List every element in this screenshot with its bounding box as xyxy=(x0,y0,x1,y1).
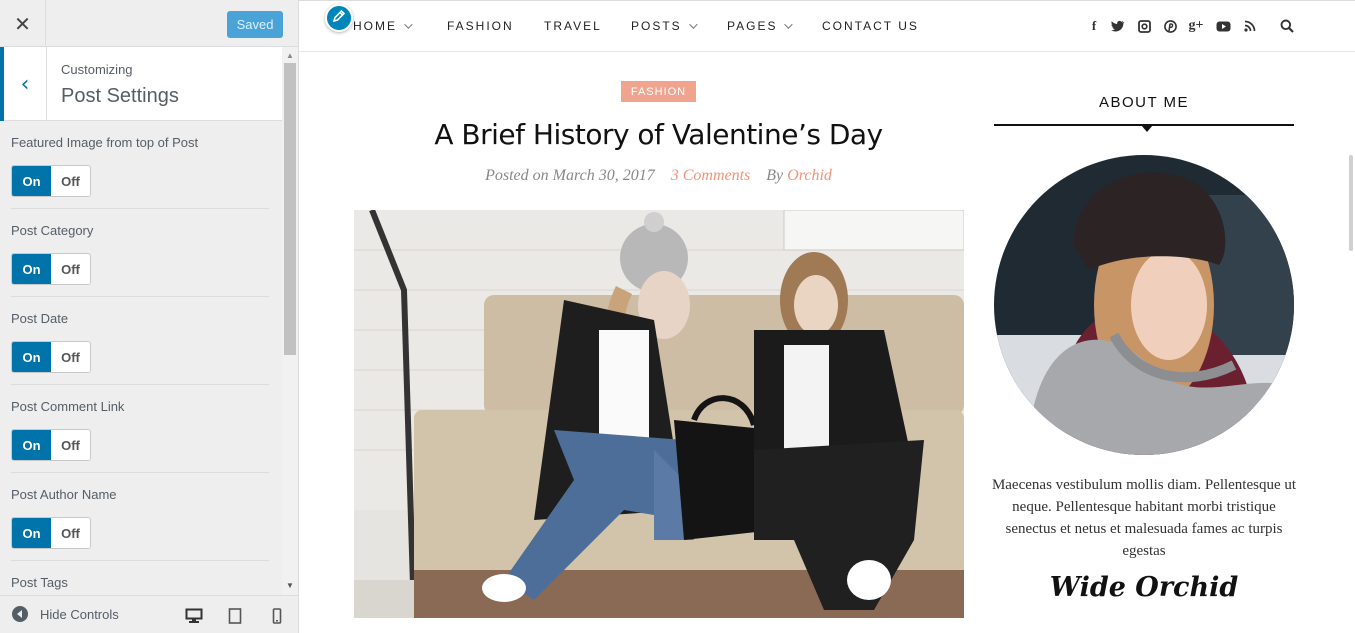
tablet-icon[interactable] xyxy=(226,607,244,625)
chevron-down-icon xyxy=(688,20,698,29)
toggle-off-button[interactable]: Off xyxy=(51,430,90,460)
nav-label: HOME xyxy=(353,19,397,33)
search-icon[interactable] xyxy=(1279,18,1295,34)
back-button[interactable]: ‹ xyxy=(0,47,47,121)
control-label: Post Tags xyxy=(11,575,68,590)
toggle-on-button[interactable]: On xyxy=(12,518,51,548)
nav-label: CONTACT US xyxy=(822,19,919,33)
mobile-icon[interactable] xyxy=(268,607,286,625)
site-navigation: HOME FASHION TRAVEL POSTS PAGES CONTACT … xyxy=(299,0,1355,52)
about-photo xyxy=(994,155,1294,455)
chevron-down-icon xyxy=(784,20,794,29)
scrollbar-thumb[interactable] xyxy=(284,63,296,355)
post-author-link[interactable]: Orchid xyxy=(787,167,832,184)
hide-controls-label: Hide Controls xyxy=(40,606,119,622)
post-by-label: By xyxy=(766,167,784,184)
youtube-icon[interactable] xyxy=(1215,18,1231,34)
customizer-panel: ✕ Saved ‹ Customizing Post Settings Feat… xyxy=(0,0,299,633)
controls-scrollbar[interactable]: ▲ ▼ xyxy=(282,47,298,595)
close-icon: ✕ xyxy=(14,11,31,36)
edit-shortcut-button[interactable] xyxy=(325,4,353,32)
controls-list: Featured Image from top of Post On Off P… xyxy=(0,121,282,595)
chevron-down-icon xyxy=(404,20,413,29)
nav-item-contact-us[interactable]: CONTACT US xyxy=(822,19,919,33)
divider xyxy=(11,560,269,561)
about-me-heading: ABOUT ME xyxy=(1098,94,1190,111)
saved-button[interactable]: Saved xyxy=(227,11,283,38)
control-label: Post Author Name xyxy=(11,487,117,502)
control-post-tags: Post Tags xyxy=(11,575,269,595)
toggle-switch: On Off xyxy=(11,341,91,373)
control-label: Post Date xyxy=(11,311,69,326)
nav-item-fashion[interactable]: FASHION xyxy=(447,19,514,33)
scroll-up-arrow-icon[interactable]: ▲ xyxy=(282,49,298,61)
control-label: Post Comment Link xyxy=(11,399,125,414)
section-header: ‹ Customizing Post Settings xyxy=(0,47,282,121)
toggle-switch: On Off xyxy=(11,165,91,197)
google-plus-icon[interactable]: g+ xyxy=(1188,18,1204,34)
signature: Wide Orchid xyxy=(1049,572,1239,603)
control-post-category: Post Category On Off xyxy=(11,223,269,285)
site-preview: HOME FASHION TRAVEL POSTS PAGES CONTACT … xyxy=(299,0,1355,633)
pencil-icon xyxy=(332,9,346,28)
nav-label: FASHION xyxy=(447,19,514,33)
facebook-icon[interactable]: f xyxy=(1086,18,1102,34)
post-title[interactable]: A Brief History of Valentine’s Day xyxy=(354,118,963,151)
chevron-left-icon: ‹ xyxy=(20,71,30,97)
nav-item-travel[interactable]: TRAVEL xyxy=(544,19,602,33)
desktop-icon[interactable] xyxy=(185,607,203,625)
toggle-on-button[interactable]: On xyxy=(12,430,51,460)
control-label: Post Category xyxy=(11,223,94,238)
nav-label: TRAVEL xyxy=(544,19,602,33)
pinterest-icon[interactable] xyxy=(1162,18,1178,34)
customizer-footer: Hide Controls xyxy=(0,595,298,633)
nav-item-pages[interactable]: PAGES xyxy=(727,19,794,33)
post-meta: Posted on March 30, 2017 3 Comments By O… xyxy=(354,167,963,185)
instagram-icon[interactable] xyxy=(1136,18,1152,34)
toggle-on-button[interactable]: On xyxy=(12,254,51,284)
customizer-header: ✕ Saved xyxy=(0,0,298,47)
twitter-icon[interactable] xyxy=(1110,18,1126,34)
preview-scrollbar-thumb[interactable] xyxy=(1349,155,1353,251)
divider xyxy=(11,208,269,209)
heading-arrow xyxy=(1141,125,1153,132)
post-category-badge[interactable]: FASHION xyxy=(621,81,696,102)
rss-icon[interactable] xyxy=(1242,18,1258,34)
control-post-date: Post Date On Off xyxy=(11,311,269,373)
control-post-author: Post Author Name On Off xyxy=(11,487,269,549)
control-label: Featured Image from top of Post xyxy=(11,135,199,150)
nav-label: PAGES xyxy=(727,19,778,33)
control-post-comment-link: Post Comment Link On Off xyxy=(11,399,269,461)
toggle-off-button[interactable]: Off xyxy=(51,166,90,196)
divider xyxy=(11,472,269,473)
divider xyxy=(11,296,269,297)
toggle-off-button[interactable]: Off xyxy=(51,254,90,284)
toggle-on-button[interactable]: On xyxy=(12,166,51,196)
toggle-off-button[interactable]: Off xyxy=(51,518,90,548)
customizing-label: Customizing xyxy=(61,62,133,77)
nav-label: POSTS xyxy=(631,19,682,33)
divider xyxy=(11,384,269,385)
section-title: Post Settings xyxy=(61,85,179,107)
featured-image xyxy=(354,210,964,618)
post-date: Posted on March 30, 2017 xyxy=(485,167,655,184)
nav-item-home[interactable]: HOME xyxy=(353,19,413,33)
nav-item-posts[interactable]: POSTS xyxy=(631,19,698,33)
toggle-on-button[interactable]: On xyxy=(12,342,51,372)
toggle-switch: On Off xyxy=(11,429,91,461)
scroll-down-arrow-icon[interactable]: ▼ xyxy=(282,579,298,591)
post-comments-link[interactable]: 3 Comments xyxy=(671,167,751,184)
toggle-off-button[interactable]: Off xyxy=(51,342,90,372)
close-customizer-button[interactable]: ✕ xyxy=(0,0,46,47)
control-featured-image: Featured Image from top of Post On Off xyxy=(11,135,269,197)
collapse-arrow-icon xyxy=(12,606,28,622)
about-me-text: Maecenas vestibulum mollis diam. Pellent… xyxy=(991,477,1297,559)
hide-controls-button[interactable]: Hide Controls xyxy=(12,606,119,622)
toggle-switch: On Off xyxy=(11,253,91,285)
toggle-switch: On Off xyxy=(11,517,91,549)
